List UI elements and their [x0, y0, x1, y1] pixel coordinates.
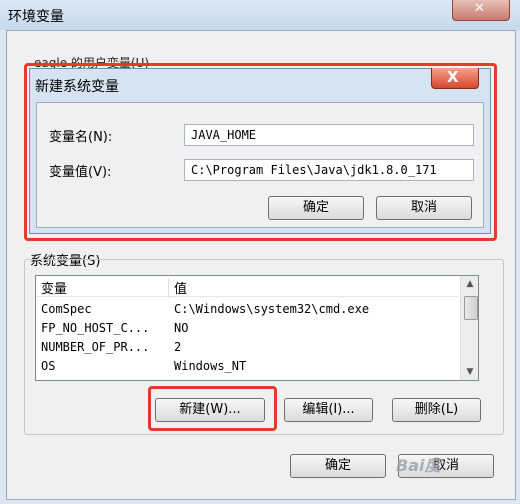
column-divider[interactable]: [168, 278, 169, 298]
table-scrollbar[interactable]: ▲ ▼: [460, 276, 478, 380]
row-variable-value: 2: [174, 340, 182, 354]
row-variable-name: ComSpec: [41, 302, 92, 316]
row-variable-value: Windows_NT: [174, 359, 247, 373]
row-variable-name: NUMBER_OF_PR...: [41, 340, 150, 354]
table-row[interactable]: NUMBER_OF_PR... 2: [36, 338, 458, 357]
outer-window-title: 环境变量: [8, 9, 64, 25]
baidu-watermark: Bai度: [396, 456, 441, 475]
table-header: 变量 值: [36, 276, 458, 298]
table-row[interactable]: FP_NO_HOST_C... NO: [36, 319, 458, 338]
column-header-value[interactable]: 值: [174, 278, 187, 297]
system-variables-table[interactable]: 变量 值 ComSpec C:\Windows\system32\cmd.exe…: [35, 275, 479, 381]
column-header-variable[interactable]: 变量: [41, 278, 67, 297]
new-button-highlight: [148, 386, 277, 431]
outer-close-button[interactable]: [452, 0, 510, 21]
row-variable-value: C:\Windows\system32\cmd.exe: [174, 302, 370, 316]
row-variable-name: FP_NO_HOST_C...: [41, 321, 150, 335]
edit-system-variable-button[interactable]: 编辑(I)...: [284, 398, 373, 422]
row-variable-name: OS: [41, 359, 56, 373]
row-variable-value: NO: [174, 321, 189, 335]
outer-title-bar: 环境变量: [0, 0, 520, 30]
outer-ok-button[interactable]: 确定: [290, 454, 386, 478]
scroll-thumb[interactable]: [464, 296, 478, 320]
delete-system-variable-button[interactable]: 删除(L): [392, 398, 481, 422]
scroll-down-arrow-icon[interactable]: ▼: [461, 364, 478, 380]
scroll-up-arrow-icon[interactable]: ▲: [461, 276, 478, 292]
table-row[interactable]: OS Windows_NT: [36, 357, 458, 376]
dialog-highlight: [24, 63, 497, 241]
environment-variables-window: 环境变量 eagle 的用户变量(U) 系统变量(S) 变量 值 ComSpec…: [0, 0, 520, 504]
table-row[interactable]: ComSpec C:\Windows\system32\cmd.exe: [36, 300, 458, 319]
